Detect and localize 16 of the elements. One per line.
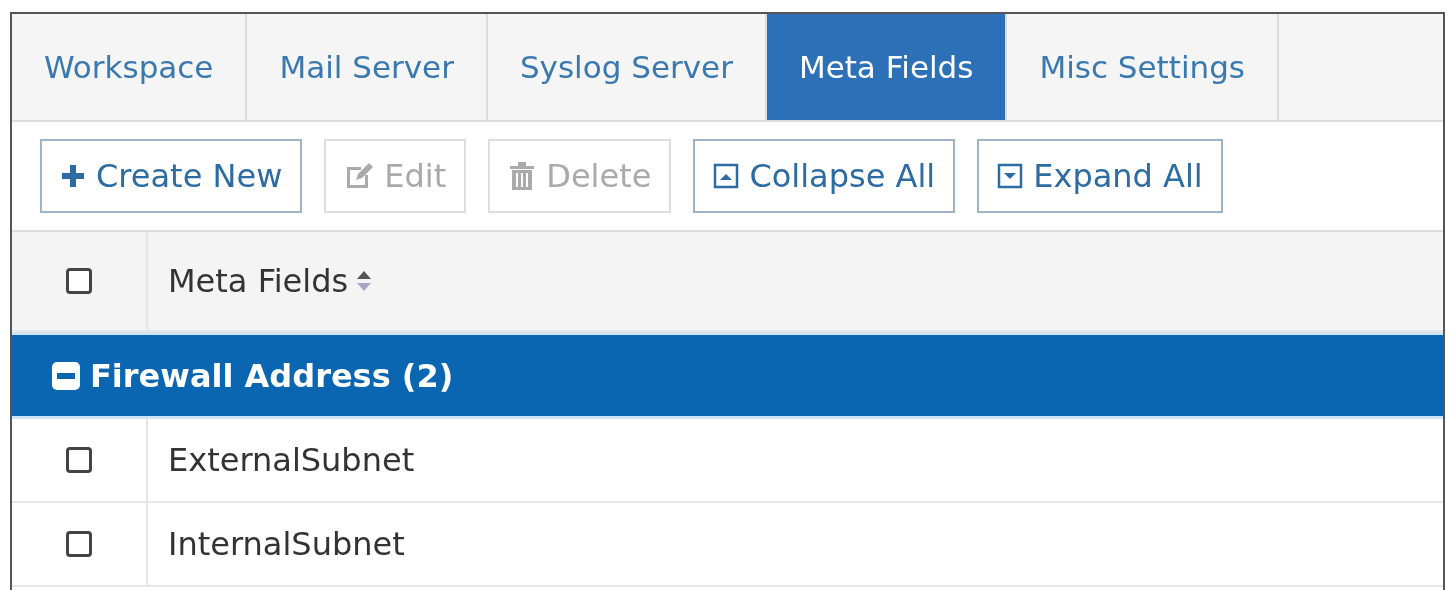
group-row[interactable]: Firewall Address (2): [12, 332, 1443, 419]
checkbox[interactable]: [66, 268, 92, 294]
tab[interactable]: Meta Fields: [766, 14, 1008, 120]
checkbox[interactable]: [66, 531, 92, 557]
expand-all-button[interactable]: Expand All: [977, 139, 1223, 213]
checkbox[interactable]: [66, 447, 92, 473]
sort-icon[interactable]: [356, 269, 373, 293]
column-header[interactable]: Meta Fields: [148, 232, 373, 330]
collapse-box-icon: [713, 163, 740, 189]
create-button[interactable]: Create New: [40, 139, 303, 213]
table-cell-text: InternalSubnet: [167, 524, 405, 565]
expand-box-icon: [997, 163, 1024, 189]
table-cell-text: ExternalSubnet: [167, 440, 415, 481]
plus-icon: [60, 163, 86, 189]
collapse-all-button[interactable]: Collapse All: [693, 139, 956, 213]
trash-icon: [508, 161, 537, 191]
